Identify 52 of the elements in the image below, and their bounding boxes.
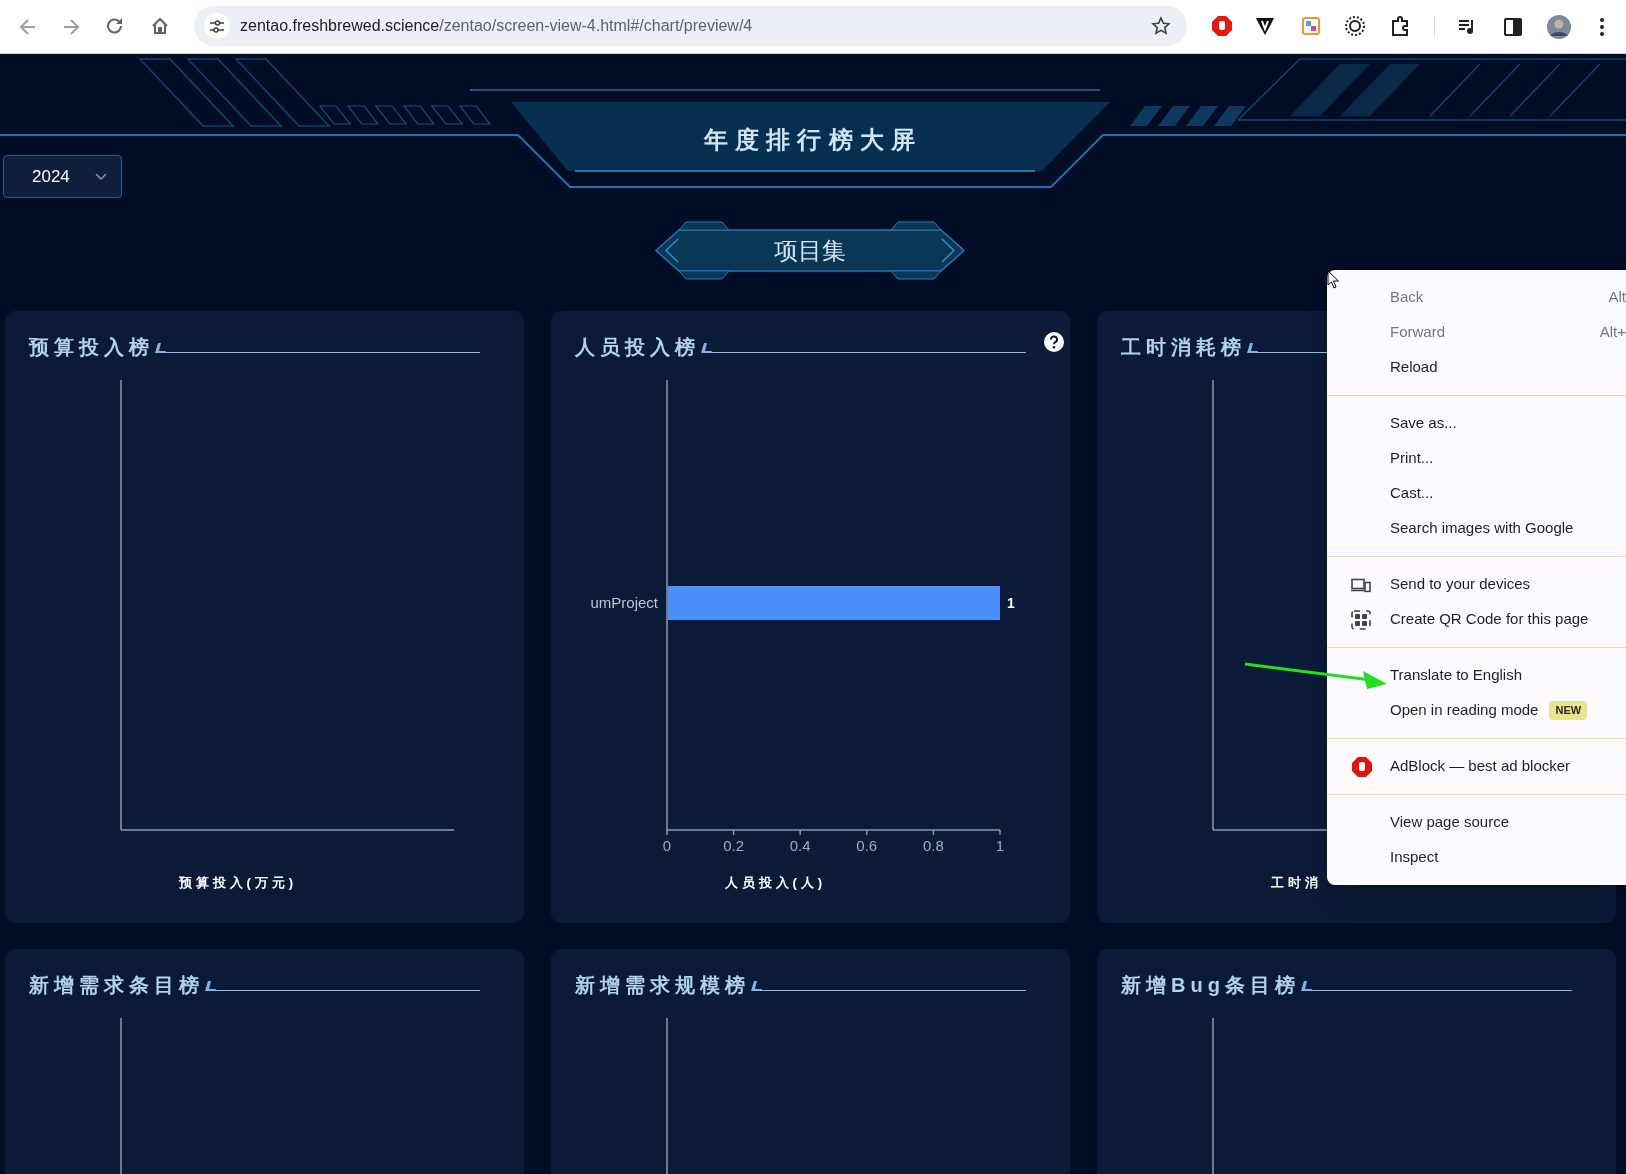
menu-item[interactable]: Create QR Code for this page	[1327, 602, 1626, 637]
year-select[interactable]: 2024	[3, 155, 122, 198]
address-bar[interactable]: zentao.freshbrewed.science/zentao/screen-view-4.html#/chart/preview/4	[194, 6, 1187, 46]
card-title: 人员投入榜	[575, 335, 700, 360]
menu-item[interactable]: AdBlock — best ad blocker	[1327, 749, 1626, 784]
tick-label: 0.4	[789, 837, 811, 854]
shortcut-text: Alt	[1608, 287, 1626, 308]
menu-item[interactable]: Open in reading mode NEW	[1327, 693, 1626, 728]
avatar-icon[interactable]	[1547, 15, 1571, 39]
dashboard-title: 年度排行榜大屏	[702, 125, 924, 155]
url-text: zentao.freshbrewed.science/zentao/screen-view-4.html#/chart/preview/4	[240, 16, 753, 36]
menu-item[interactable]: Save as...	[1327, 406, 1626, 441]
more-menu-icon[interactable]	[1599, 17, 1605, 37]
axis-title: 工时消	[1271, 874, 1322, 893]
star-icon[interactable]	[1151, 16, 1171, 36]
send-devices-icon	[1351, 577, 1371, 592]
shield-icon[interactable]	[1255, 16, 1275, 36]
chevron-down-icon	[95, 172, 107, 181]
card-title: 工时消耗榜	[1121, 335, 1246, 360]
value-label: 1	[1007, 595, 1015, 611]
menu-item[interactable]: Translate to English	[1327, 658, 1626, 693]
card-title: 新增需求规模榜	[575, 973, 750, 998]
tick-label: 0.2	[723, 837, 745, 854]
reload-icon[interactable]	[105, 16, 125, 36]
menu-item[interactable]: Cast...	[1327, 476, 1626, 511]
home-icon[interactable]	[150, 16, 170, 36]
axis-title: 预算投入(万元)	[179, 874, 297, 893]
tick-label: 1	[995, 837, 1005, 854]
help-icon[interactable]	[1044, 332, 1064, 352]
site-info-icon[interactable]	[204, 13, 230, 39]
new-badge: NEW	[1549, 701, 1588, 720]
category-label: umProject	[590, 594, 658, 611]
menu-item[interactable]: View page source	[1327, 805, 1626, 840]
card-title: 新增Bug条目榜	[1121, 973, 1300, 998]
card-title: 预算投入榜	[29, 335, 154, 360]
back-icon[interactable]	[18, 17, 38, 37]
menu-item[interactable]: Print...	[1327, 441, 1626, 476]
side-panel-icon[interactable]	[1503, 17, 1523, 37]
shortcut-text: Alt+	[1599, 322, 1626, 343]
menu-item[interactable]: Inspect	[1327, 840, 1626, 875]
sun-icon[interactable]	[1344, 15, 1366, 37]
menu-item[interactable]: Reload	[1327, 350, 1626, 385]
tick-label: 0.6	[856, 837, 878, 854]
card-title: 新增需求条目榜	[29, 973, 204, 998]
color-picker-icon[interactable]	[1301, 16, 1321, 36]
qr-code-icon	[1351, 609, 1371, 630]
tick-label: 0.8	[922, 837, 944, 854]
axis-title: 人员投入(人)	[725, 874, 826, 893]
menu-item[interactable]: Send to your devices	[1327, 567, 1626, 602]
forward-icon[interactable]	[61, 17, 81, 37]
menu-item[interactable]: Search images with Google	[1327, 511, 1626, 546]
tick-label: 0	[662, 837, 672, 854]
